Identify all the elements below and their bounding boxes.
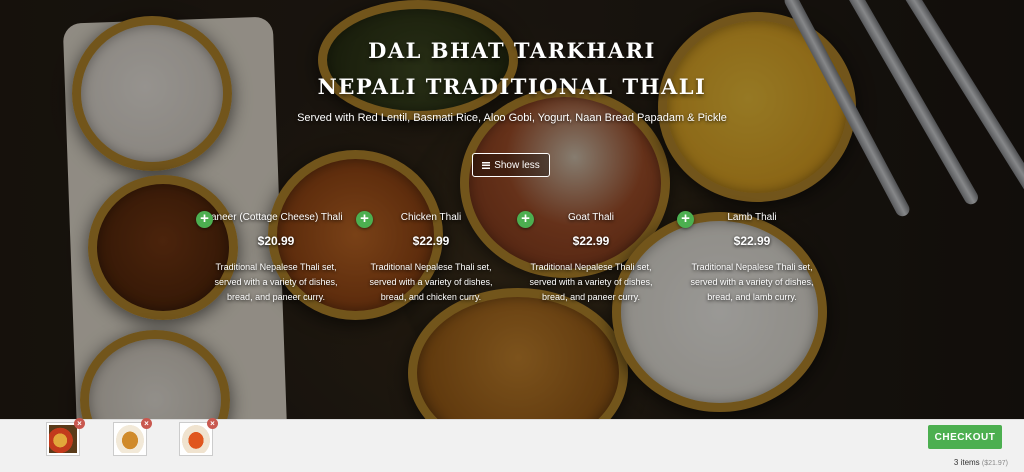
add-lamb-thali-button[interactable]: + [677, 211, 694, 228]
add-goat-thali-button[interactable]: + [517, 211, 534, 228]
plus-icon: + [521, 210, 530, 227]
menu-item-chicken-thali: Chicken Thali $22.99 Traditional Nepales… [356, 212, 506, 305]
item-price: $20.99 [257, 234, 295, 248]
add-chicken-thali-button[interactable]: + [356, 211, 373, 228]
item-name: Lamb Thali [727, 212, 777, 223]
item-name: Chicken Thali [400, 212, 462, 223]
remove-item-icon[interactable]: × [141, 418, 152, 429]
hero-title-line1: DAL BHAT TARKHARI [368, 38, 656, 63]
hero-subtitle: Served with Red Lentil, Basmati Rice, Al… [297, 112, 727, 124]
cart-items-count: 3 items [953, 458, 980, 467]
food-image [182, 425, 210, 453]
cart-summary: 3 items ($21.97) [954, 458, 1008, 467]
item-description: Traditional Nepalese Thali set, served w… [214, 262, 338, 302]
item-price: $22.99 [412, 234, 450, 248]
food-image [49, 425, 77, 453]
item-description: Traditional Nepalese Thali set, served w… [369, 262, 493, 302]
item-name: Goat Thali [568, 212, 614, 223]
cart-item-thumbnail-2[interactable]: × [113, 418, 152, 456]
cart-bar: × × × CHECKOUT 3 items ($21.97) [0, 418, 1024, 472]
menu-item-lamb-thali: Lamb Thali $22.99 Traditional Nepalese T… [677, 212, 827, 305]
cart-items-total: ($21.97) [981, 460, 1008, 467]
show-less-label: Show less [494, 159, 540, 171]
hero-section: DAL BHAT TARKHARI NEPALI TRADITIONAL THA… [0, 0, 1024, 419]
menu-item-paneer-thali: aneer (Cottage Cheese) Thali $20.99 Trad… [201, 212, 351, 305]
menu-icon [482, 161, 491, 169]
item-description: Traditional Nepalese Thali set, served w… [529, 262, 653, 302]
cart-item-thumbnail-3[interactable]: × [179, 418, 218, 456]
remove-item-icon[interactable]: × [207, 418, 218, 429]
cart-item-thumbnail-1[interactable]: × [46, 418, 85, 456]
food-image [116, 425, 144, 453]
hero-title-line2: NEPALI TRADITIONAL THALI [317, 74, 707, 99]
item-name: aneer (Cottage Cheese) Thali [211, 212, 343, 223]
plus-icon: + [681, 210, 690, 227]
item-price: $22.99 [572, 234, 610, 248]
item-description: Traditional Nepalese Thali set, served w… [690, 262, 814, 302]
menu-item-goat-thali: Goat Thali $22.99 Traditional Nepalese T… [516, 212, 666, 305]
plus-icon: + [200, 210, 209, 227]
checkout-button[interactable]: CHECKOUT [928, 425, 1002, 449]
plus-icon: + [360, 210, 369, 227]
show-less-button[interactable]: Show less [472, 153, 550, 177]
remove-item-icon[interactable]: × [74, 418, 85, 429]
item-price: $22.99 [733, 234, 771, 248]
add-paneer-thali-button[interactable]: + [196, 211, 213, 228]
